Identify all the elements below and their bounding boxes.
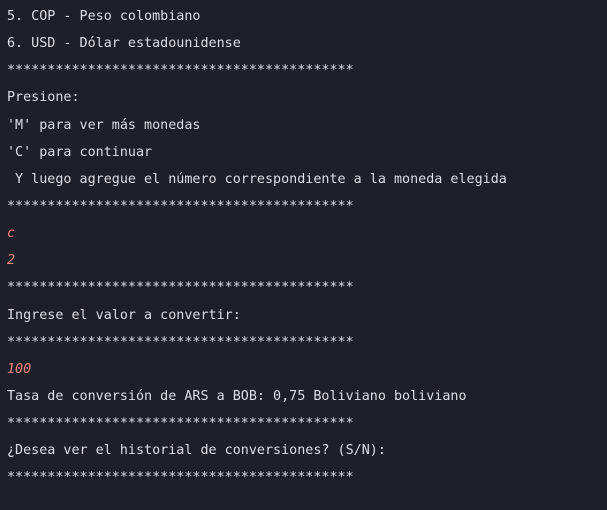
console-user-input-amount: 100 (7, 361, 32, 377)
console-output[interactable]: 5. COP - Peso colombiano 6. USD - Dólar … (0, 0, 607, 510)
console-line-option-more: 'M' para ver más monedas (7, 117, 201, 133)
console-line-menu-option-usd: 6. USD - Dólar estadounidense (7, 36, 241, 52)
console-user-input-currency: 2 (7, 253, 16, 269)
console-user-input-choice: c (7, 226, 16, 242)
console-separator: ****************************************… (7, 63, 354, 79)
console-separator: ****************************************… (7, 470, 354, 486)
console-line-conversion-rate: Tasa de conversión de ARS a BOB: 0,75 Bo… (7, 388, 467, 404)
console-separator: ****************************************… (7, 416, 354, 432)
console-separator: ****************************************… (7, 198, 354, 214)
console-line-prompt-header: Presione: (7, 90, 80, 106)
console-line-instruction: Y luego agregue el número correspondient… (7, 171, 507, 187)
console-separator: ****************************************… (7, 334, 354, 350)
console-line-enter-amount: Ingrese el valor a convertir: (7, 307, 241, 323)
console-line-history-prompt: ¿Desea ver el historial de conversiones?… (7, 443, 386, 459)
console-line-menu-option-cop: 5. COP - Peso colombiano (7, 9, 201, 24)
console-separator: ****************************************… (7, 280, 354, 296)
console-line-option-continue: 'C' para continuar (7, 144, 153, 160)
